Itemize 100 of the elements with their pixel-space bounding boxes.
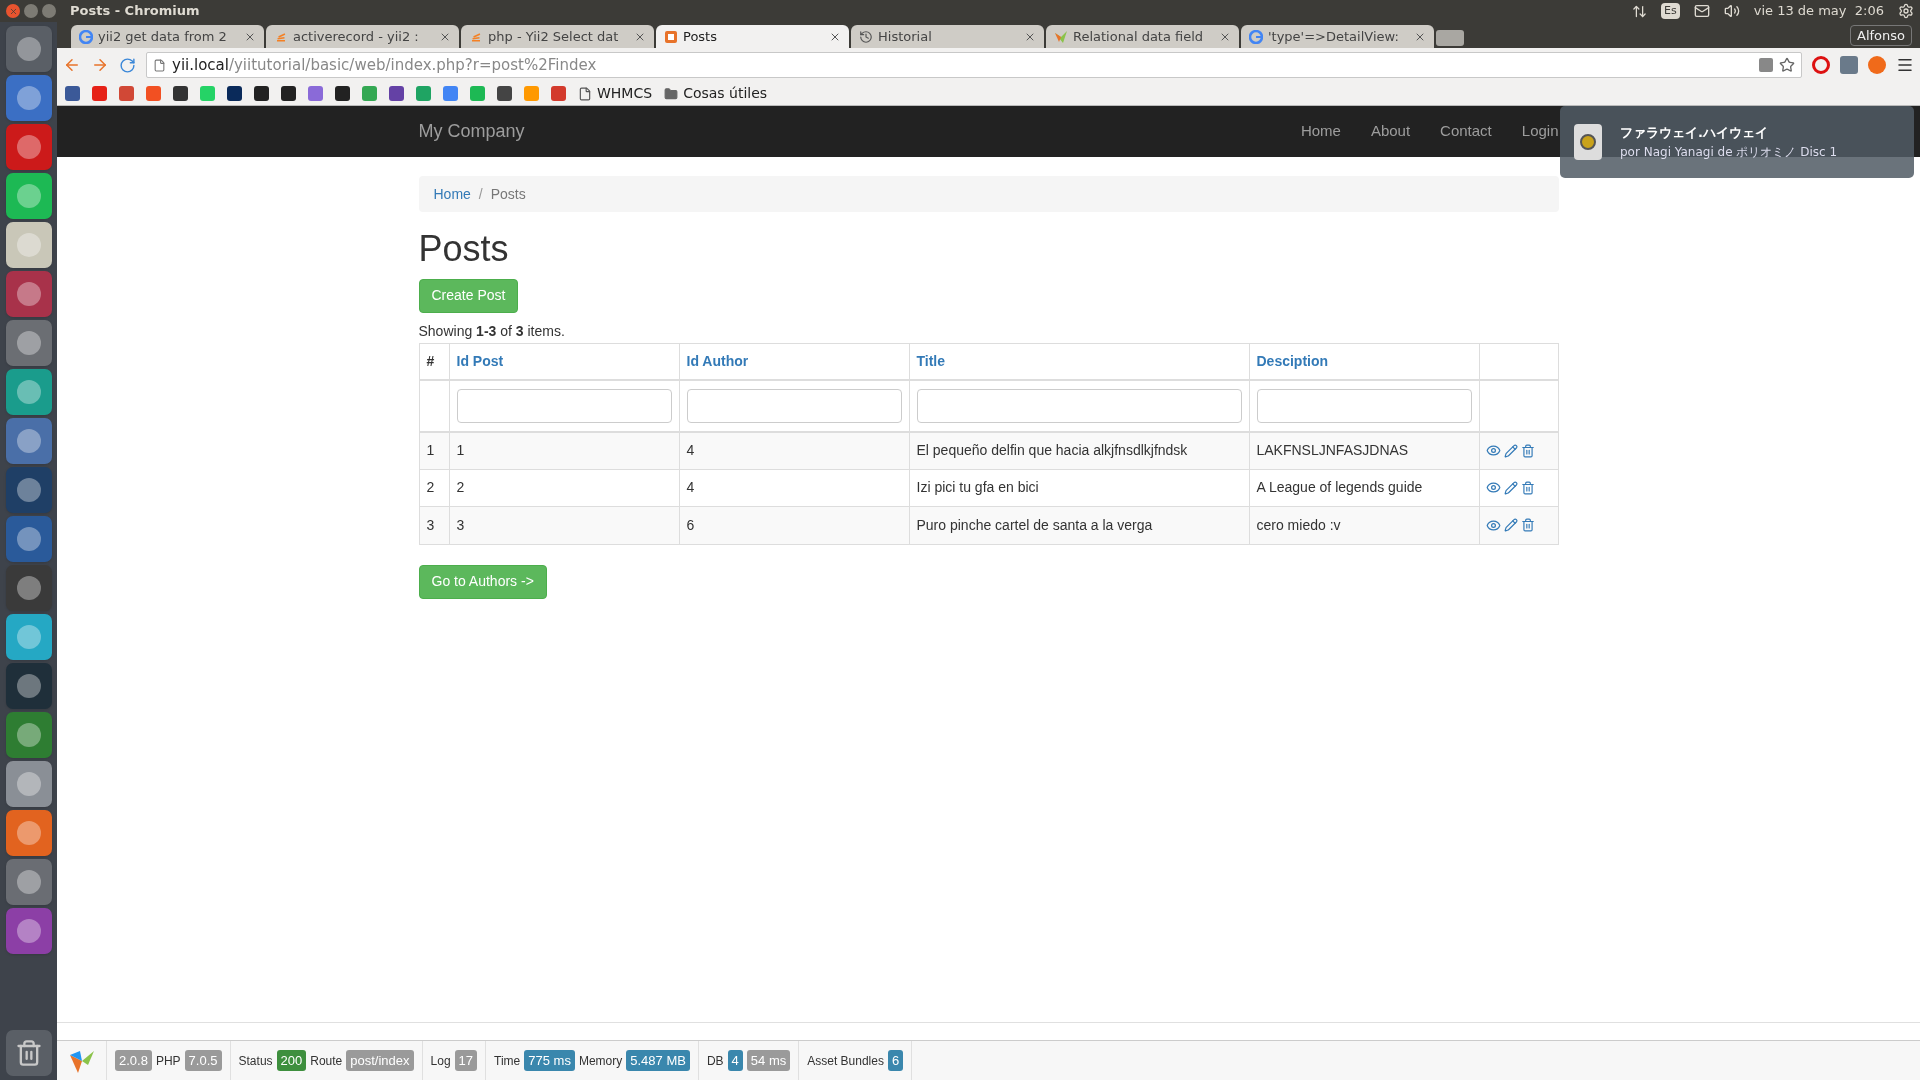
- forward-icon[interactable]: [91, 56, 109, 74]
- tab-title: activerecord - yii2 :: [293, 27, 420, 46]
- browser-tab[interactable]: activerecord - yii2 :: [266, 25, 459, 48]
- page-icon: [153, 58, 166, 72]
- pencil-icon[interactable]: [1503, 518, 1518, 533]
- browser-tab[interactable]: Historial: [851, 25, 1044, 48]
- browser-tab[interactable]: php - Yii2 Select dat: [461, 25, 654, 48]
- app-launcher-icon[interactable]: [5, 516, 52, 562]
- nav-link[interactable]: Login: [1521, 120, 1559, 143]
- nav-link[interactable]: Contact: [1440, 120, 1492, 143]
- clock[interactable]: vie 13 de may 2:06: [1753, 1, 1884, 21]
- maximize-icon[interactable]: [42, 4, 56, 18]
- debug-label: Memory: [578, 1052, 623, 1070]
- app-launcher-icon[interactable]: [5, 124, 52, 170]
- app-launcher-icon[interactable]: [5, 271, 52, 317]
- bookmark-icon[interactable]: [227, 86, 242, 101]
- app-launcher-icon[interactable]: [5, 663, 52, 709]
- app-launcher-icon[interactable]: [5, 712, 52, 758]
- bookmark-icon[interactable]: [65, 86, 80, 101]
- column-header[interactable]: Desciption: [1256, 350, 1329, 372]
- debug-badge[interactable]: 200: [276, 1049, 307, 1072]
- debug-badge[interactable]: 4: [727, 1049, 743, 1072]
- filter-field[interactable]: [686, 388, 902, 423]
- google-icon: [79, 29, 93, 44]
- bookmark-icon[interactable]: [389, 86, 404, 101]
- trash-icon[interactable]: [1520, 480, 1535, 495]
- history-icon: [859, 29, 873, 44]
- keyboard-layout[interactable]: Es: [1661, 2, 1680, 20]
- app-launcher-icon[interactable]: [5, 908, 52, 954]
- mail-icon[interactable]: [1693, 3, 1710, 19]
- app-launcher-icon[interactable]: [5, 369, 52, 415]
- trash-icon[interactable]: [1520, 443, 1535, 458]
- view-icon[interactable]: [1485, 517, 1501, 533]
- app-launcher-icon[interactable]: [5, 320, 52, 366]
- app-launcher-icon[interactable]: [5, 614, 52, 660]
- bookmark-icon[interactable]: [254, 86, 269, 101]
- filter-field[interactable]: [456, 388, 672, 423]
- debug-badge[interactable]: 6: [887, 1049, 904, 1072]
- trash-icon[interactable]: [5, 1030, 52, 1076]
- tab-title: Historial: [878, 27, 933, 46]
- app-launcher-icon[interactable]: [5, 173, 52, 219]
- folder-icon: [664, 86, 679, 101]
- view-icon[interactable]: [1485, 480, 1501, 496]
- menu-icon[interactable]: [1896, 56, 1914, 74]
- tab-title: 'type'=>DetailView:: [1268, 27, 1400, 46]
- minimize-icon[interactable]: [24, 4, 38, 18]
- table-cell-text: El pequeño delfin que hacia alkjfnsdlkjfndsk: [916, 441, 1188, 461]
- app-launcher-icon[interactable]: [5, 761, 52, 807]
- pencil-icon[interactable]: [1503, 480, 1518, 495]
- view-icon[interactable]: [1485, 443, 1501, 459]
- network-icon[interactable]: [1632, 3, 1648, 19]
- brand-link[interactable]: My Company: [418, 118, 525, 145]
- app-launcher-icon[interactable]: [5, 810, 52, 856]
- table-cell-text: 3: [426, 515, 435, 535]
- column-header[interactable]: Title: [916, 350, 946, 372]
- reload-icon[interactable]: [119, 56, 136, 74]
- address-field[interactable]: yii.local/yiitutorial/basic/web/index.php?r=post%2Findex: [146, 52, 1802, 78]
- browser-tab[interactable]: yii2 get data from 2: [71, 25, 264, 48]
- bookmark-icon[interactable]: [335, 86, 350, 101]
- settings-icon[interactable]: [1898, 3, 1914, 19]
- table-cell-text: 2: [426, 478, 435, 498]
- debug-label: Route: [310, 1052, 343, 1070]
- app-launcher-icon[interactable]: [5, 859, 52, 905]
- bookmark-icon[interactable]: [281, 86, 296, 101]
- filter-field[interactable]: [916, 388, 1242, 423]
- app-launcher-icon[interactable]: [5, 418, 52, 464]
- table-cell-text: Puro pinche cartel de santa a la verga: [916, 515, 1153, 535]
- pencil-icon[interactable]: [1503, 443, 1518, 458]
- bookmark-icon[interactable]: [173, 86, 188, 101]
- debug-badge[interactable]: 5.487 MB: [626, 1049, 690, 1072]
- bookmark-icon[interactable]: [497, 86, 512, 101]
- page-icon: [578, 86, 592, 101]
- bookmark-link[interactable]: Cosas útiles: [664, 83, 768, 104]
- speaker-icon: [1574, 124, 1602, 160]
- notification-title: ファラウェイ.ハイウェイ: [1620, 124, 1769, 143]
- filter-field[interactable]: [1256, 388, 1472, 423]
- app-launcher-icon[interactable]: [5, 26, 52, 72]
- column-header[interactable]: Id Post: [456, 350, 504, 372]
- nav-link[interactable]: Home: [1300, 120, 1341, 143]
- browser-tab[interactable]: Relational data field: [1046, 25, 1239, 48]
- trash-icon[interactable]: [1520, 518, 1535, 533]
- app-launcher-icon[interactable]: [5, 222, 52, 268]
- user-name[interactable]: Alfonso: [1850, 24, 1912, 46]
- browser-tab[interactable]: 'type'=>DetailView:: [1241, 25, 1434, 48]
- debug-badge[interactable]: 775 ms: [524, 1049, 575, 1072]
- browser-tab[interactable]: Posts: [656, 25, 849, 48]
- table-cell-text: Izi pici tu gfa en bici: [916, 478, 1039, 498]
- debug-label: PHP: [155, 1052, 181, 1070]
- table-cell-text: 1: [456, 441, 465, 461]
- volume-icon[interactable]: [1723, 3, 1740, 19]
- bookmark-link[interactable]: WHMCS: [578, 83, 653, 104]
- column-header[interactable]: Id Author: [686, 350, 749, 372]
- grid-icon: [664, 29, 678, 44]
- star-icon[interactable]: [1779, 57, 1795, 73]
- app-launcher-icon[interactable]: [5, 75, 52, 121]
- back-icon[interactable]: [63, 56, 81, 74]
- table-cell-text: LAKFNSLJNFASJDNAS: [1256, 441, 1409, 461]
- nav-link[interactable]: About: [1370, 120, 1411, 143]
- close-icon[interactable]: [6, 4, 20, 18]
- breadcrumb-link[interactable]: Home: [433, 183, 471, 205]
